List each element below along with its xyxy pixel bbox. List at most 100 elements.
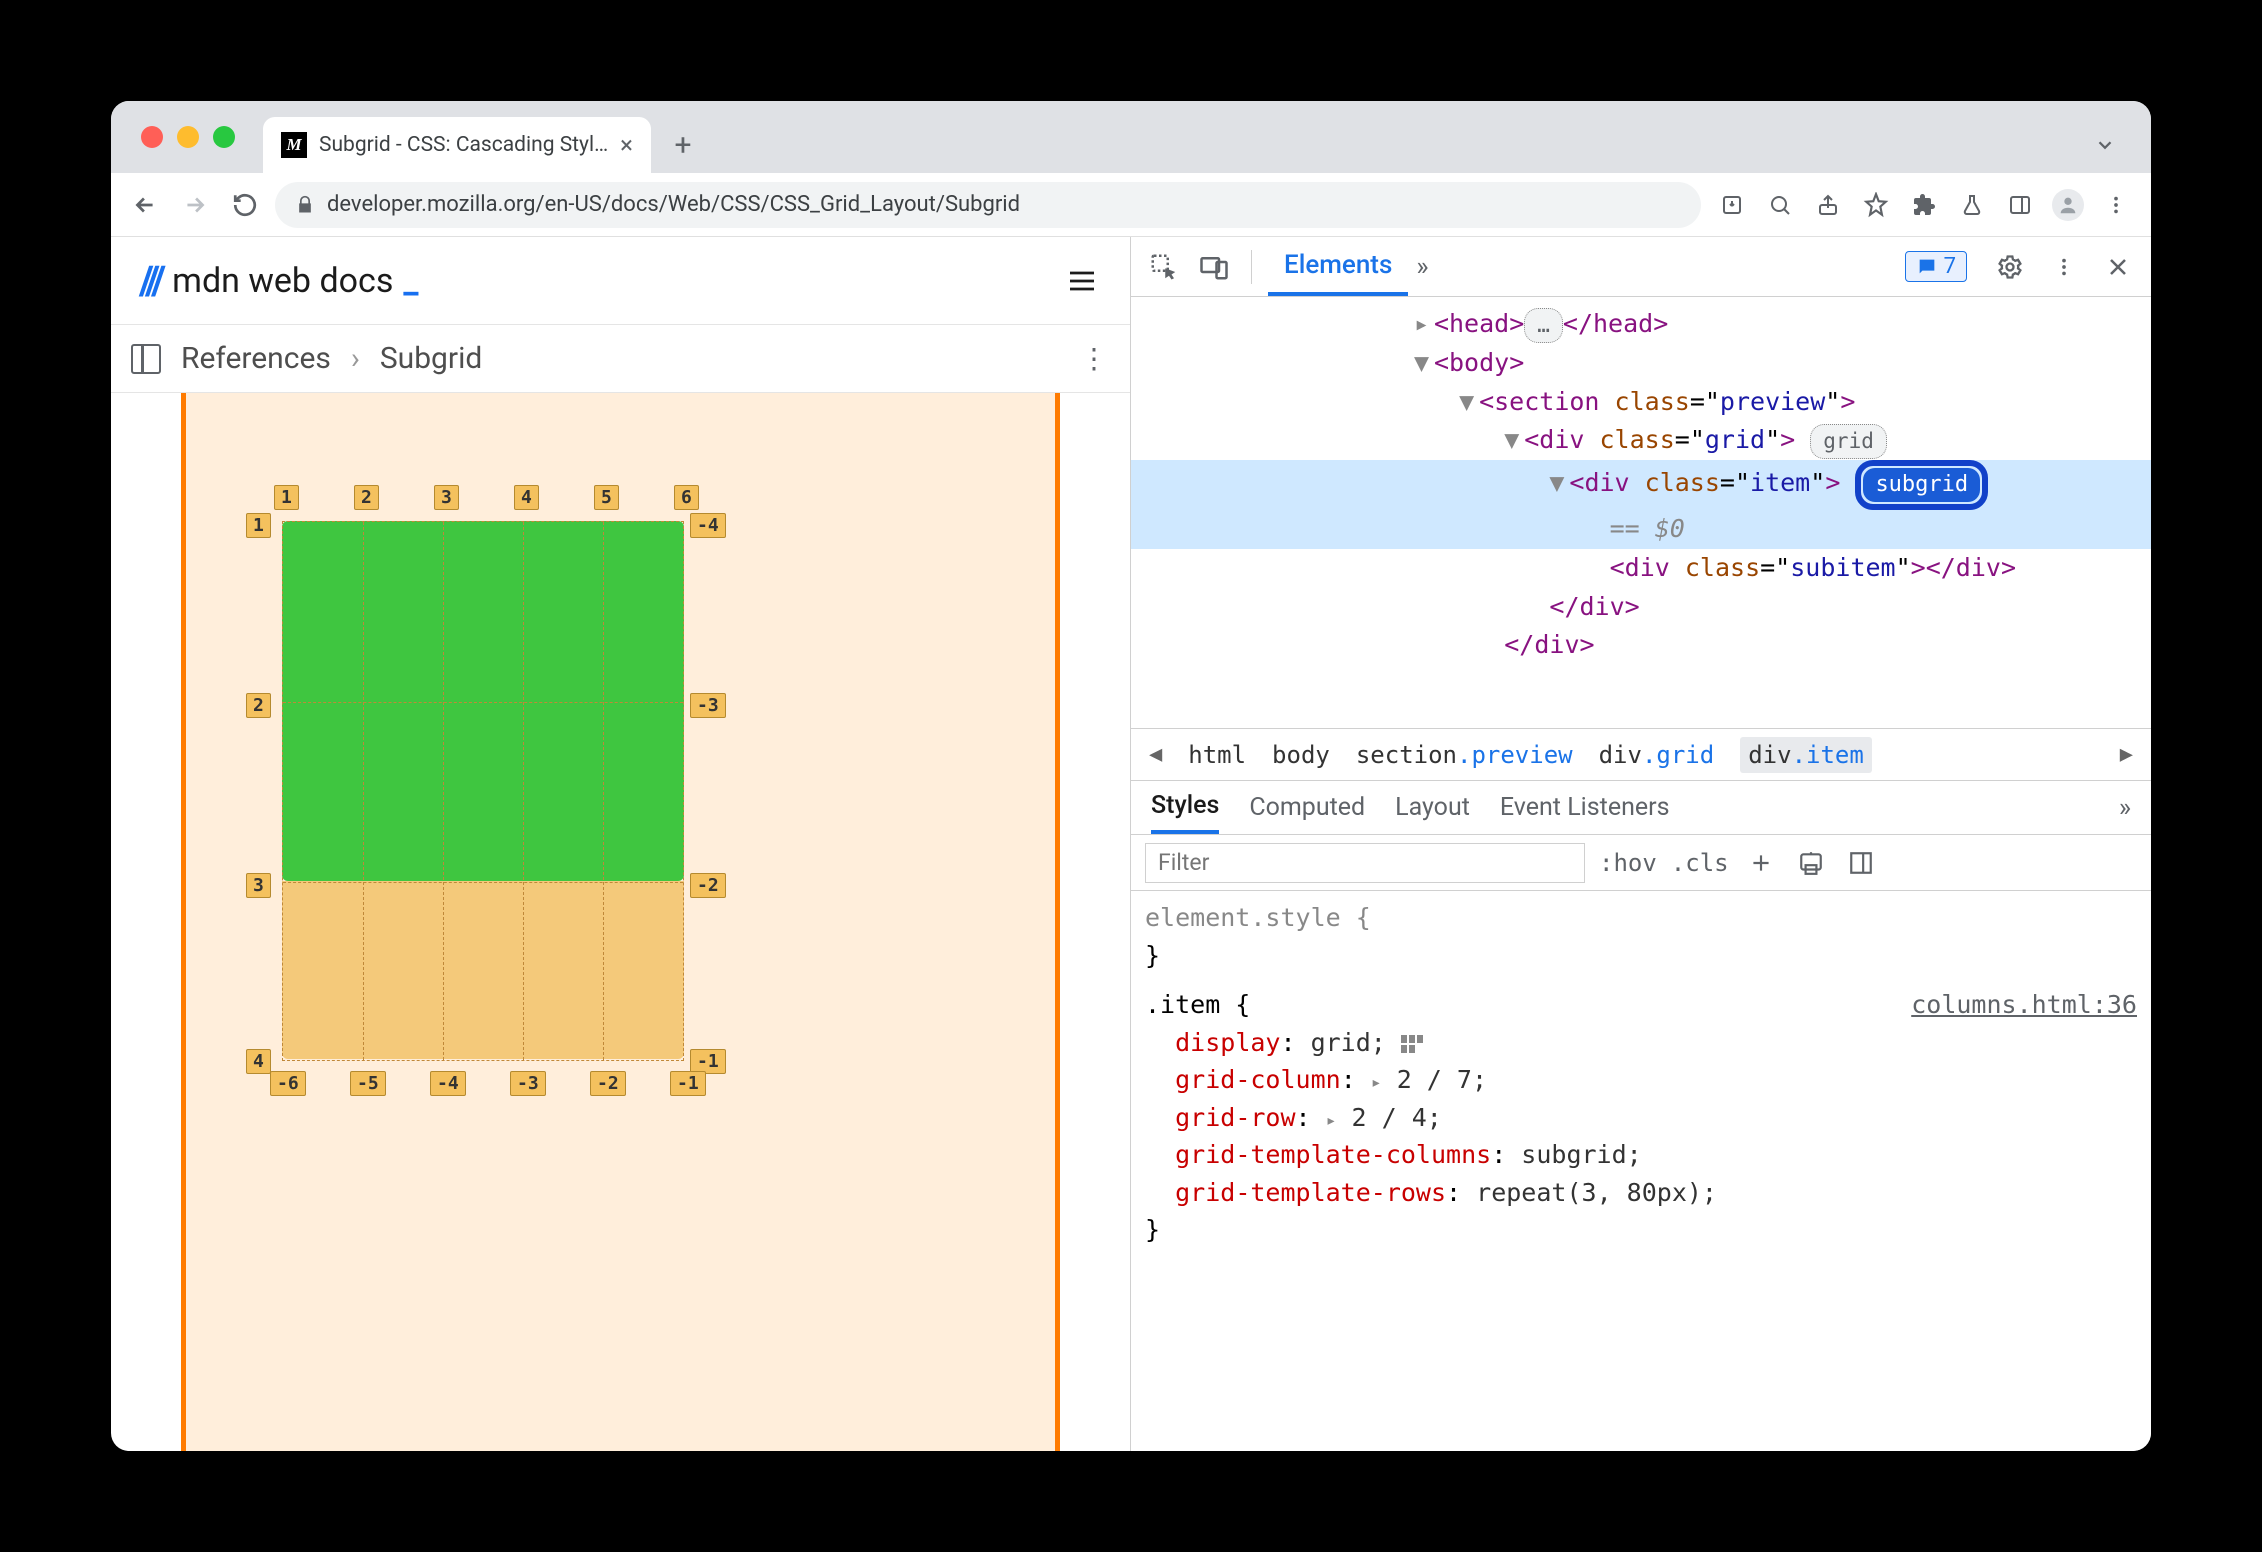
css-prop[interactable]: grid-template-rows [1175,1178,1446,1207]
tab-elements[interactable]: Elements [1268,237,1408,296]
dom-node[interactable]: <body> [1434,348,1524,377]
css-val[interactable]: 2 / 7; [1397,1065,1487,1094]
css-val[interactable]: repeat(3, 80px); [1476,1178,1717,1207]
grid-label: 3 [246,873,271,898]
dom-node[interactable]: <div [1610,553,1685,582]
grid-label: 3 [434,485,459,510]
hamburger-menu-icon[interactable] [1062,261,1102,301]
new-style-rule-icon[interactable] [1743,845,1779,881]
css-prop[interactable]: grid-column [1175,1065,1341,1094]
toolbar-actions [1711,185,2137,225]
crumb-html[interactable]: html [1188,741,1246,769]
url-text: developer.mozilla.org/en-US/docs/Web/CSS… [327,192,1020,217]
css-val[interactable]: 2 / 4; [1352,1103,1442,1132]
content-area: /// mdn web docs _ References › Subgrid … [111,237,2151,1451]
install-icon[interactable] [1711,185,1753,225]
grid-lines [282,521,684,1061]
subtab-styles[interactable]: Styles [1151,781,1219,834]
mdn-logo-mark: /// [139,257,162,304]
crumb-body[interactable]: body [1272,741,1330,769]
styles-filter-input[interactable] [1145,843,1585,883]
crumb-item[interactable]: div.item [1740,737,1872,773]
new-tab-button[interactable]: + [659,121,707,169]
sidepanel-icon[interactable] [1999,185,2041,225]
zoom-icon[interactable] [1759,185,1801,225]
bookmark-icon[interactable] [1855,185,1897,225]
minimize-window-button[interactable] [177,126,199,148]
grid-label: -2 [590,1071,626,1096]
profile-button[interactable] [2047,185,2089,225]
share-icon[interactable] [1807,185,1849,225]
css-prop[interactable]: grid-template-columns [1175,1140,1491,1169]
dom-node-selected[interactable]: <div [1569,468,1644,497]
labs-icon[interactable] [1951,185,1993,225]
subtab-eventlisteners[interactable]: Event Listeners [1500,781,1670,834]
grid-overlay: 1 2 3 4 5 6 1 2 3 4 -4 -3 -2 [282,521,684,1061]
close-window-button[interactable] [141,126,163,148]
rule-selector: .item { [1145,990,1250,1019]
chev-left-icon[interactable]: ◀ [1149,742,1162,767]
grid-badge[interactable]: grid [1810,424,1887,459]
css-val[interactable]: subgrid; [1521,1140,1641,1169]
extensions-icon[interactable] [1903,185,1945,225]
grid-label: 2 [246,693,271,718]
devtools-menu-icon[interactable] [2043,246,2085,288]
forward-button[interactable] [175,185,215,225]
computed-panel-icon[interactable] [1843,845,1879,881]
chev-right-icon[interactable]: ▶ [2120,742,2133,767]
more-subtabs-icon[interactable]: » [2119,793,2131,823]
rule-source-link[interactable]: columns.html:36 [1911,986,2137,1024]
maximize-window-button[interactable] [213,126,235,148]
dom-node[interactable]: <head> [1434,309,1524,338]
grid-editor-icon[interactable] [1401,1035,1423,1053]
mdn-header: /// mdn web docs _ [111,237,1130,325]
article-body: 1 2 3 4 5 6 1 2 3 4 -4 -3 -2 [111,393,1130,1451]
article-actions-icon[interactable]: ⋮ [1080,342,1110,375]
grid-label: -4 [430,1071,466,1096]
inspect-element-icon[interactable] [1143,246,1185,288]
address-bar[interactable]: developer.mozilla.org/en-US/docs/Web/CSS… [275,182,1701,228]
css-prop[interactable]: display [1175,1028,1280,1057]
subgrid-badge[interactable]: subgrid [1855,460,1988,510]
device-toolbar-icon[interactable] [1193,246,1235,288]
ellipsis-badge: … [1524,308,1563,343]
crumb-section[interactable]: section.preview [1356,741,1573,769]
devtools-close-icon[interactable] [2097,246,2139,288]
back-button[interactable] [125,185,165,225]
more-tabs-icon[interactable]: » [1416,252,1428,282]
settings-icon[interactable] [1989,246,2031,288]
hov-toggle[interactable]: :hov [1599,849,1657,877]
mdn-cursor: _ [403,261,418,301]
css-val[interactable]: grid; [1311,1028,1386,1057]
tab-close-icon[interactable]: × [620,131,633,159]
print-media-icon[interactable] [1793,845,1829,881]
dom-node: </head> [1563,309,1668,338]
grid-label: -5 [350,1071,386,1096]
browser-tab[interactable]: M Subgrid - CSS: Cascading Styl… × [263,117,651,173]
console-ref: == $0 [1610,514,1685,543]
styles-rules[interactable]: element.style { } .item { columns.html:3… [1131,891,2151,1451]
crumb-grid[interactable]: div.grid [1599,741,1715,769]
reload-button[interactable] [225,185,265,225]
tabs-dropdown-icon[interactable] [2089,129,2121,161]
css-prop[interactable]: grid-row [1175,1103,1295,1132]
subtab-computed[interactable]: Computed [1249,781,1365,834]
mdn-logo[interactable]: /// mdn web docs _ [139,257,419,304]
dom-tree[interactable]: ▸<head>…</head> ▼<body> ▼<section class=… [1131,297,2151,729]
chevron-right-icon: › [351,341,360,376]
lock-icon [295,195,315,215]
example-frame: 1 2 3 4 5 6 1 2 3 4 -4 -3 -2 [181,393,1060,1451]
sidebar-toggle-icon[interactable] [131,344,161,374]
grid-label: 1 [246,513,271,538]
cls-toggle[interactable]: .cls [1671,849,1729,877]
titlebar: M Subgrid - CSS: Cascading Styl… × + [111,101,2151,173]
dom-node[interactable]: <section [1479,387,1614,416]
kebab-menu-icon[interactable] [2095,185,2137,225]
issues-badge[interactable]: 7 [1905,251,1967,282]
grid-label: 5 [594,485,619,510]
dom-node[interactable]: <div [1524,425,1599,454]
subtab-layout[interactable]: Layout [1395,781,1470,834]
breadcrumb-references[interactable]: References [181,341,331,376]
devtools-pane: Elements » 7 ▸<head>…</head> ▼<body> [1131,237,2151,1451]
browser-window: M Subgrid - CSS: Cascading Styl… × + dev… [111,101,2151,1451]
